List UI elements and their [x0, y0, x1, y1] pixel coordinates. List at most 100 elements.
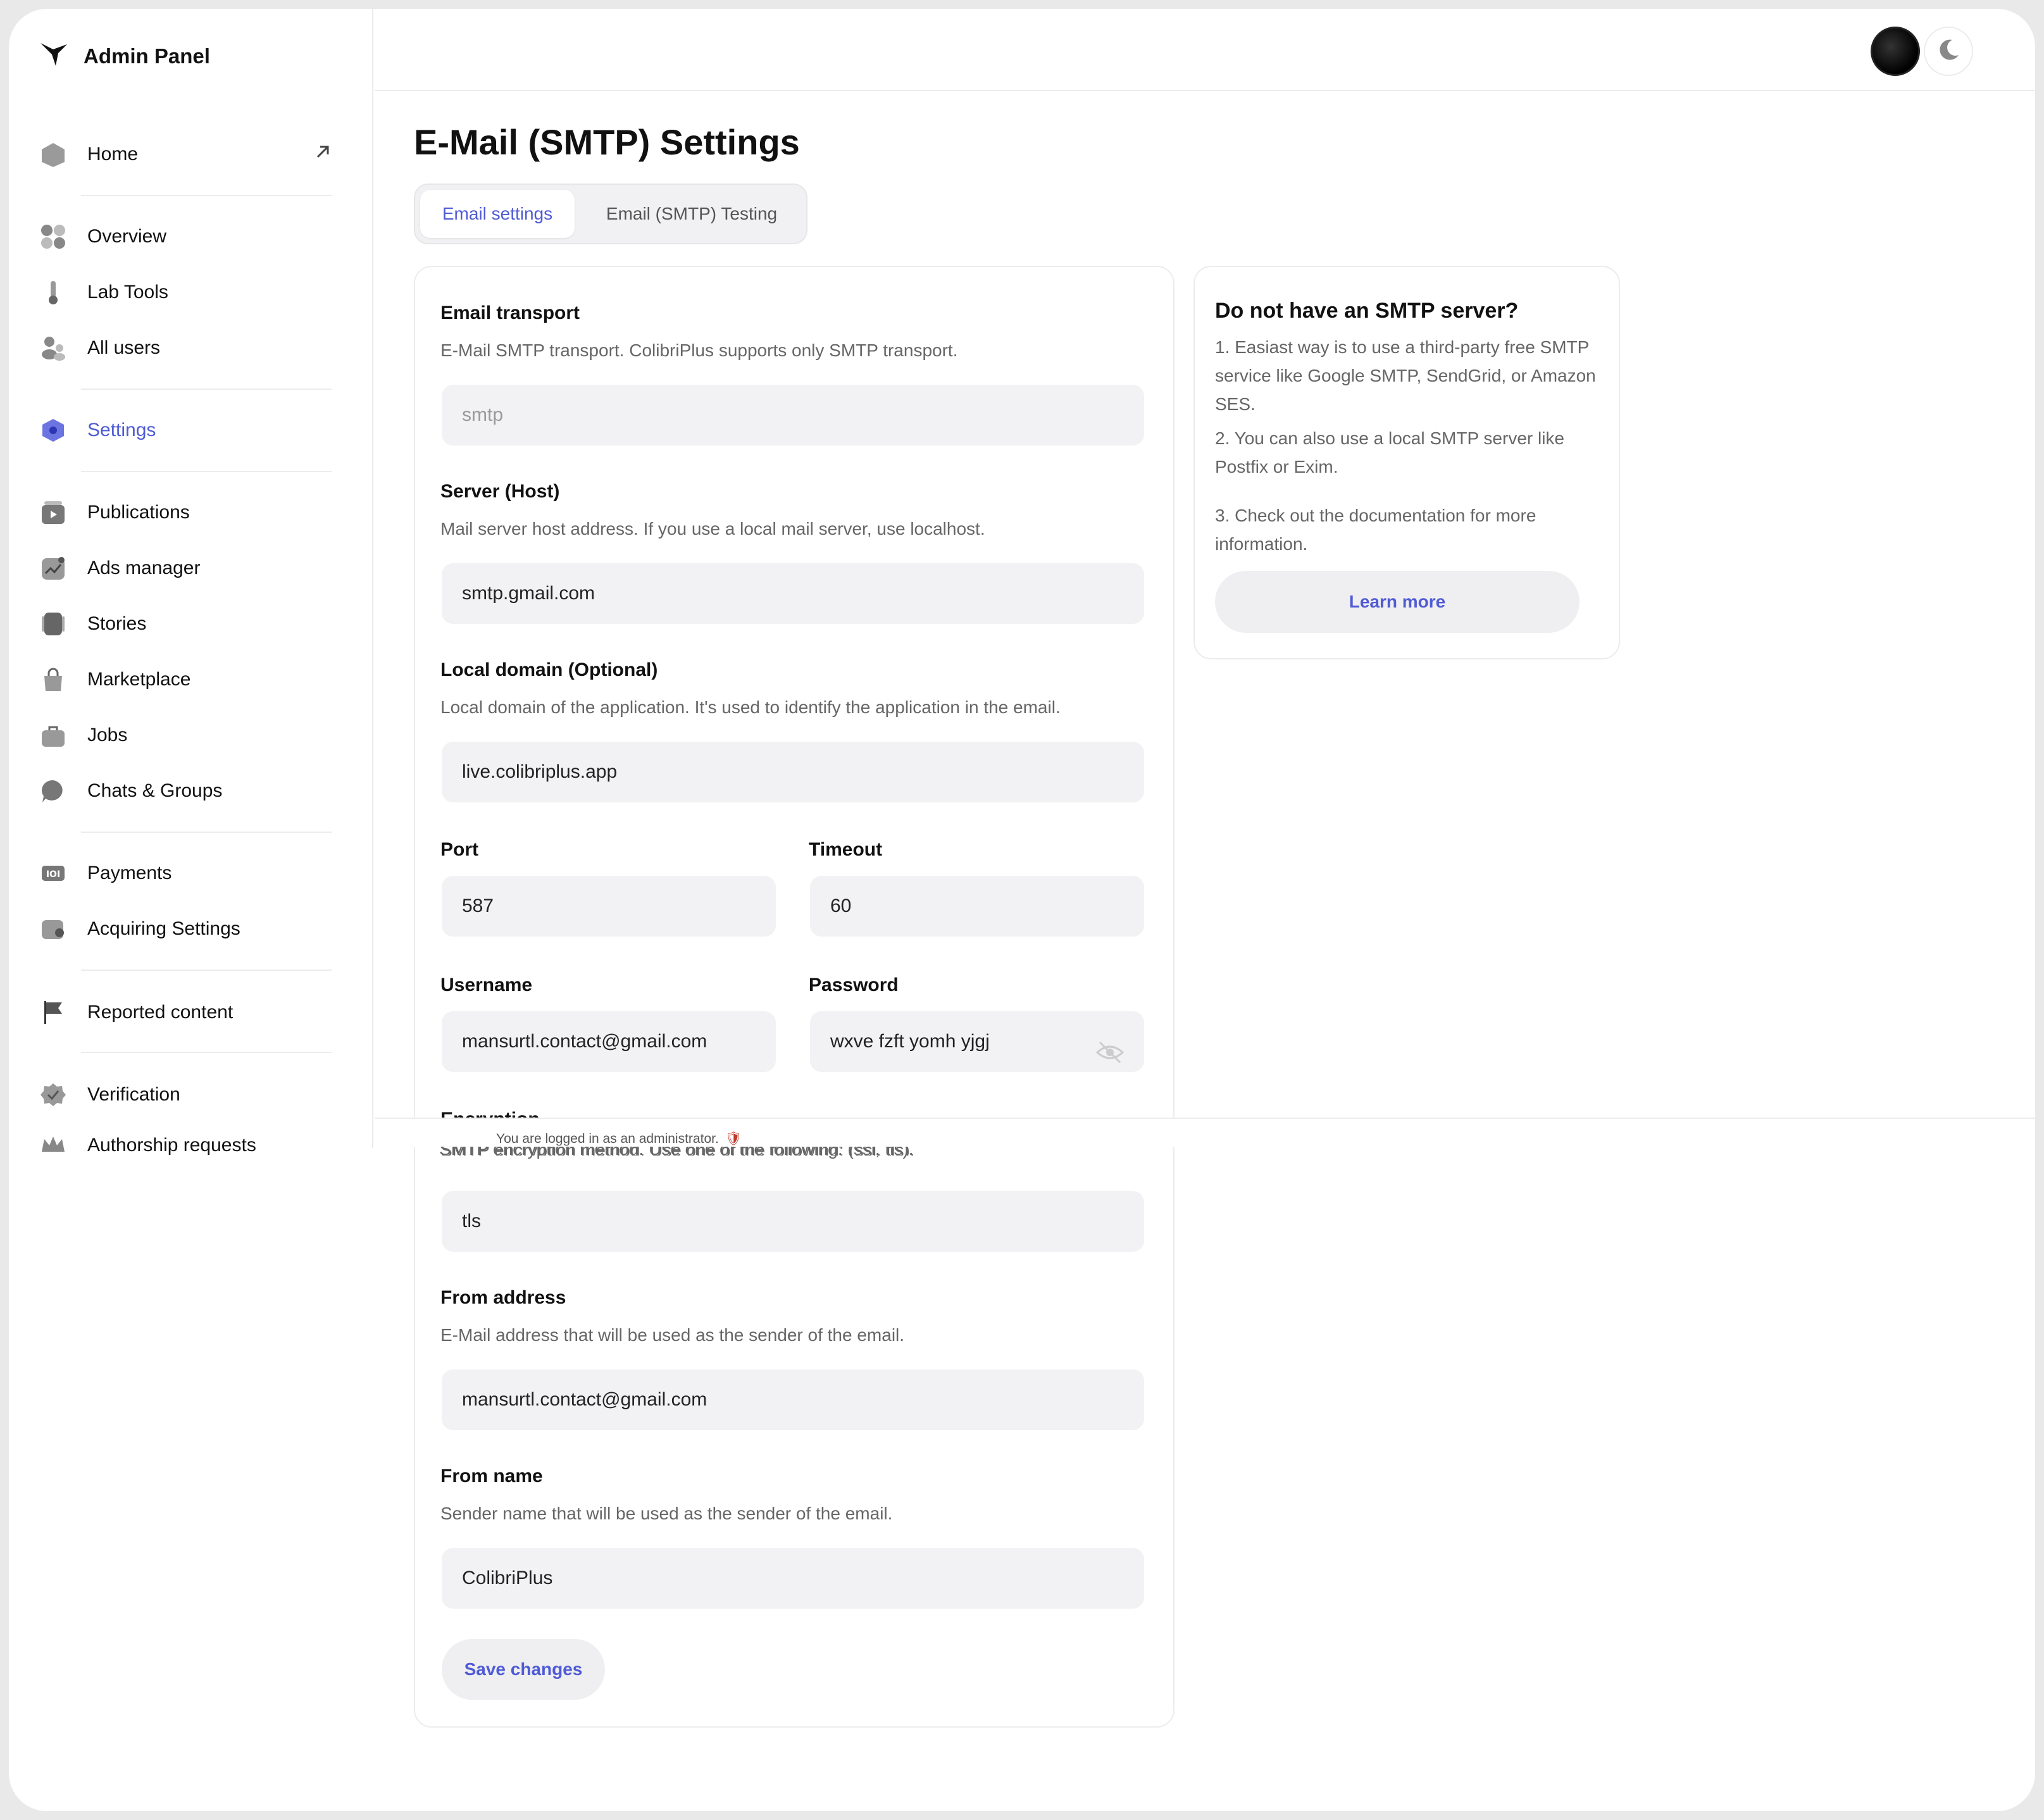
sidebar-item-label: Chats & Groups	[87, 780, 223, 801]
grid-dots-icon	[41, 224, 66, 249]
sidebar-item-label: Reported content	[87, 1002, 234, 1023]
from-name-label: From name	[440, 1466, 543, 1487]
tab-email-smtp-testing[interactable]: Email (SMTP) Testing	[581, 190, 802, 238]
from-address-label: From address	[440, 1287, 566, 1308]
local-domain-input[interactable]: live.colibriplus.app	[442, 742, 1144, 802]
sidebar-item-label: Verification	[87, 1084, 180, 1105]
app-window: Admin Panel Home Overview Lab Tools All …	[9, 9, 2035, 1811]
users-icon	[41, 335, 66, 361]
smtp-help-card: Do not have an SMTP server? 1. Easiast w…	[1193, 266, 1620, 659]
save-changes-button[interactable]: Save changes	[442, 1639, 605, 1700]
sidebar-item-label: Settings	[87, 420, 156, 440]
sidebar-item-ads-manager[interactable]: Ads manager	[41, 549, 332, 587]
sidebar-item-label: Jobs	[87, 725, 128, 745]
transport-input[interactable]: smtp	[442, 385, 1144, 446]
theme-toggle-button[interactable]	[1924, 27, 1973, 76]
sidebar-item-label: Payments	[87, 863, 172, 883]
sidebar: Admin Panel Home Overview Lab Tools All …	[9, 9, 373, 1156]
flag-icon	[41, 1000, 66, 1025]
divider	[81, 471, 332, 472]
divider	[81, 832, 332, 833]
sidebar-item-label: Acquiring Settings	[87, 918, 240, 939]
sidebar-item-stories[interactable]: Stories	[41, 605, 332, 643]
sidebar-item-label: Ads manager	[87, 558, 201, 578]
divider	[81, 195, 332, 196]
sidebar-item-label: Overview	[87, 226, 167, 247]
help-card-title: Do not have an SMTP server?	[1215, 299, 1519, 323]
wallet-icon	[41, 916, 66, 942]
timeout-label: Timeout	[809, 839, 883, 860]
sidebar-item-label: Marketplace	[87, 669, 191, 690]
shopping-bag-icon	[41, 667, 66, 692]
password-field[interactable]: wxve fzft yomh yjgj	[810, 1011, 1144, 1072]
host-input[interactable]: smtp.gmail.com	[442, 563, 1144, 624]
from-address-description: E-Mail address that will be used as the …	[440, 1325, 905, 1345]
sidebar-item-reported-content[interactable]: Reported content	[41, 994, 332, 1032]
thermometer-icon	[41, 280, 66, 305]
help-paragraph-1: 1. Easiast way is to use a third-party f…	[1215, 337, 1596, 414]
chart-icon	[41, 556, 66, 581]
from-name-description: Sender name that will be used as the sen…	[440, 1504, 893, 1523]
smtp-settings-form: Email transport E-Mail SMTP transport. C…	[414, 266, 1175, 1728]
sidebar-item-verification[interactable]: Verification	[41, 1076, 332, 1114]
verified-badge-icon	[41, 1082, 66, 1107]
local-domain-label: Local domain (Optional)	[440, 659, 658, 680]
learn-more-button[interactable]: Learn more	[1215, 571, 1580, 633]
sidebar-item-label: Publications	[87, 502, 190, 523]
help-paragraph-3: 3. Check out the documentation for more …	[1215, 506, 1536, 554]
crown-icon	[41, 1133, 66, 1158]
sidebar-item-home[interactable]: Home	[41, 135, 332, 173]
sidebar-item-all-users[interactable]: All users	[41, 329, 332, 367]
sidebar-item-publications[interactable]: Publications	[41, 494, 332, 532]
external-link-icon	[314, 143, 332, 164]
sidebar-item-chats-groups[interactable]: Chats & Groups	[41, 772, 332, 810]
admin-notice-text: You are logged in as an administrator.	[496, 1131, 719, 1146]
sidebar-item-lab-tools[interactable]: Lab Tools	[41, 273, 332, 311]
port-input[interactable]: 587	[442, 876, 776, 937]
timeout-input[interactable]: 60	[810, 876, 1144, 937]
password-value: wxve fzft yomh yjgj	[830, 1031, 990, 1052]
sidebar-item-label: Stories	[87, 613, 147, 634]
money-icon: IOI	[41, 861, 66, 886]
sidebar-item-label: Home	[87, 144, 139, 165]
sidebar-item-label: Lab Tools	[87, 282, 168, 302]
sidebar-item-payments[interactable]: IOI Payments	[41, 854, 332, 892]
sidebar-item-marketplace[interactable]: Marketplace	[41, 661, 332, 699]
sidebar-item-label: All users	[87, 337, 161, 358]
briefcase-icon	[41, 723, 66, 748]
shield-icon: 🛡	[725, 1131, 742, 1146]
host-label: Server (Host)	[440, 481, 560, 502]
publications-icon	[41, 500, 66, 525]
page-title: E-Mail (SMTP) Settings	[414, 122, 800, 162]
divider	[81, 1052, 332, 1053]
tab-email-settings[interactable]: Email settings	[420, 190, 575, 238]
password-label: Password	[809, 975, 899, 995]
eye-off-icon[interactable]	[1095, 1029, 1125, 1090]
svg-text:IOI: IOI	[46, 869, 60, 880]
from-address-input[interactable]: mansurtl.contact@gmail.com	[442, 1369, 1144, 1430]
divider	[81, 389, 332, 390]
sidebar-item-authorship-requests[interactable]: Authorship requests	[41, 1131, 332, 1159]
transport-label: Email transport	[440, 302, 580, 323]
transport-description: E-Mail SMTP transport. ColibriPlus suppo…	[440, 340, 958, 360]
divider	[81, 969, 332, 971]
username-label: Username	[440, 975, 533, 995]
brand[interactable]: Admin Panel	[39, 41, 210, 72]
sidebar-item-settings[interactable]: Settings	[41, 411, 332, 449]
local-domain-description: Local domain of the application. It's us…	[440, 697, 1061, 717]
stories-icon	[41, 611, 66, 637]
sidebar-item-jobs[interactable]: Jobs	[41, 716, 332, 754]
username-input[interactable]: mansurtl.contact@gmail.com	[442, 1011, 776, 1072]
hummingbird-logo-icon	[39, 41, 70, 72]
encryption-input[interactable]: tls	[442, 1191, 1144, 1252]
help-paragraph-2: 2. You can also use a local SMTP server …	[1215, 428, 1565, 477]
sidebar-item-acquiring-settings[interactable]: Acquiring Settings	[41, 910, 332, 948]
sidebar-item-overview[interactable]: Overview	[41, 218, 332, 256]
settings-hexagon-icon	[41, 418, 66, 443]
app-title: Admin Panel	[84, 44, 210, 68]
tab-bar: Email settings Email (SMTP) Testing	[414, 184, 807, 244]
port-label: Port	[440, 839, 478, 860]
from-name-input[interactable]: ColibriPlus	[442, 1548, 1144, 1609]
avatar[interactable]	[1871, 27, 1920, 76]
chat-bubble-icon	[41, 778, 66, 804]
